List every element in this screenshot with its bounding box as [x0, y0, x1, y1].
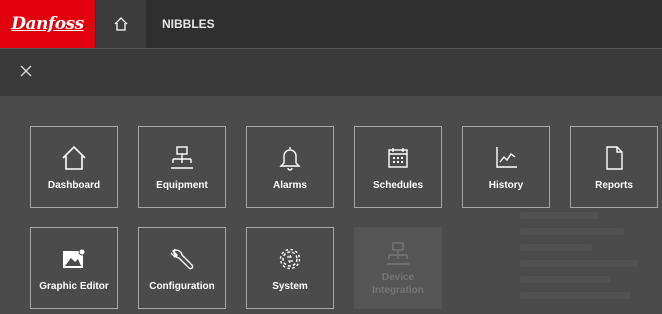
- danfoss-logo[interactable]: Danfoss: [0, 0, 95, 48]
- tile-configuration[interactable]: Configuration: [138, 227, 226, 309]
- tile-label: Alarms: [273, 180, 307, 191]
- tile-label: Device Integration: [372, 271, 424, 297]
- background-content: [520, 212, 650, 308]
- home-icon: [114, 17, 128, 31]
- close-icon[interactable]: [18, 63, 34, 79]
- chart-icon: [496, 147, 517, 168]
- tile-system[interactable]: System: [246, 227, 334, 309]
- tile-equipment[interactable]: Equipment: [138, 126, 226, 208]
- bell-icon: [279, 147, 301, 171]
- page-title: NIBBLES: [162, 17, 215, 31]
- calendar-icon: [388, 148, 408, 168]
- tile-device-integration: Device Integration: [354, 227, 442, 309]
- network-icon: [387, 242, 409, 265]
- tile-label: Schedules: [372, 180, 424, 191]
- top-bar: Danfoss NIBBLES: [0, 0, 662, 48]
- image-icon: [63, 248, 86, 268]
- tile-alarms[interactable]: Alarms: [246, 126, 334, 208]
- tile-dashboard[interactable]: Dashboard: [30, 126, 118, 208]
- logo-text: Danfoss: [11, 14, 84, 34]
- menu-bar: [0, 48, 662, 96]
- tile-label: History: [488, 180, 524, 191]
- tile-label: System: [272, 281, 308, 292]
- tile-label: Dashboard: [47, 180, 101, 191]
- wrench-icon: [170, 248, 194, 270]
- home-button[interactable]: [96, 0, 146, 48]
- tile-label: Configuration: [149, 281, 215, 292]
- tile-label-line2: Integration: [372, 285, 424, 296]
- document-icon: [606, 146, 623, 170]
- tile-label: Graphic Editor: [39, 281, 109, 292]
- tile-label: Reports: [595, 180, 633, 191]
- network-icon: [171, 146, 193, 169]
- tile-label: Equipment: [156, 180, 208, 191]
- tile-graphic-editor[interactable]: Graphic Editor: [30, 227, 118, 309]
- tile-schedules[interactable]: Schedules: [354, 126, 442, 208]
- tile-label-line1: Device: [381, 272, 415, 283]
- gears-icon: [279, 248, 301, 270]
- home-icon: [62, 145, 86, 170]
- tile-history[interactable]: History: [462, 126, 550, 208]
- tile-reports[interactable]: Reports: [570, 126, 658, 208]
